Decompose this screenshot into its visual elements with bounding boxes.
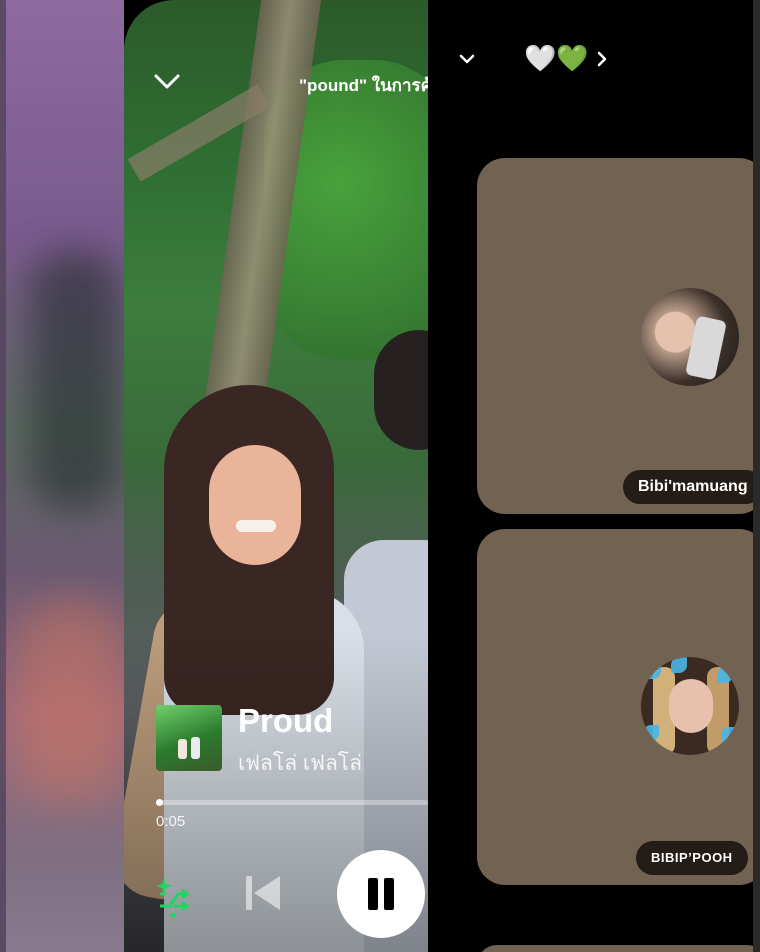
profile-card[interactable] — [477, 945, 760, 952]
progress-knob[interactable] — [156, 799, 163, 806]
butterfly-decoration — [645, 663, 661, 679]
profile-name[interactable]: Bibi'mamuang — [623, 470, 760, 504]
progress-bar[interactable] — [156, 799, 428, 806]
butterfly-decoration — [721, 727, 737, 743]
profile-name[interactable]: BIBIP’POOH — [636, 841, 748, 875]
green-heart-icon: 💚 — [556, 43, 589, 73]
social-panel: 🤍💚 Bibi'mamuang BIBIP’POOH — [428, 0, 760, 952]
video-person-1-smile — [236, 520, 276, 532]
album-art[interactable] — [156, 705, 222, 771]
profile-card[interactable]: BIBIP’POOH — [477, 529, 760, 885]
video-title: "pound" ในการค้ — [299, 76, 428, 95]
butterfly-decoration — [671, 657, 687, 673]
avatar-detail — [685, 315, 727, 381]
chevron-down-icon[interactable] — [154, 72, 180, 92]
video-person-1-face — [209, 445, 301, 565]
butterfly-decoration — [643, 725, 659, 741]
pause-icon — [384, 878, 394, 910]
pause-icon — [368, 878, 378, 910]
background-blurred-strip — [0, 0, 124, 952]
elapsed-time: 0:05 — [156, 813, 186, 830]
song-title[interactable]: Proud — [238, 702, 333, 740]
panel-edge — [753, 0, 760, 952]
white-heart-icon: 🤍 — [524, 43, 557, 73]
profile-card[interactable]: Bibi'mamuang — [477, 158, 760, 514]
blur-shape — [30, 250, 120, 510]
strip-edge — [0, 0, 6, 952]
butterfly-decoration — [717, 667, 733, 683]
video-player-card[interactable]: "pound" ในการค้ Proud เฟลโล่ เฟลโล่ 0:05 — [124, 0, 428, 952]
header-emojis[interactable]: 🤍💚 — [524, 42, 589, 74]
smart-shuffle-icon[interactable] — [156, 876, 192, 918]
avatar-detail — [669, 679, 713, 733]
video-person-2-hair — [374, 330, 428, 450]
album-art-figure — [191, 737, 200, 759]
pause-button[interactable] — [337, 850, 425, 938]
blur-shape — [20, 600, 120, 800]
avatar[interactable] — [641, 288, 739, 386]
song-artist[interactable]: เฟลโล่ เฟลโล่ — [238, 747, 362, 780]
previous-icon[interactable] — [242, 872, 284, 914]
chevron-right-icon[interactable] — [596, 50, 608, 68]
chevron-down-icon[interactable] — [458, 50, 476, 68]
avatar[interactable] — [641, 657, 739, 755]
album-art-figure — [178, 739, 187, 759]
